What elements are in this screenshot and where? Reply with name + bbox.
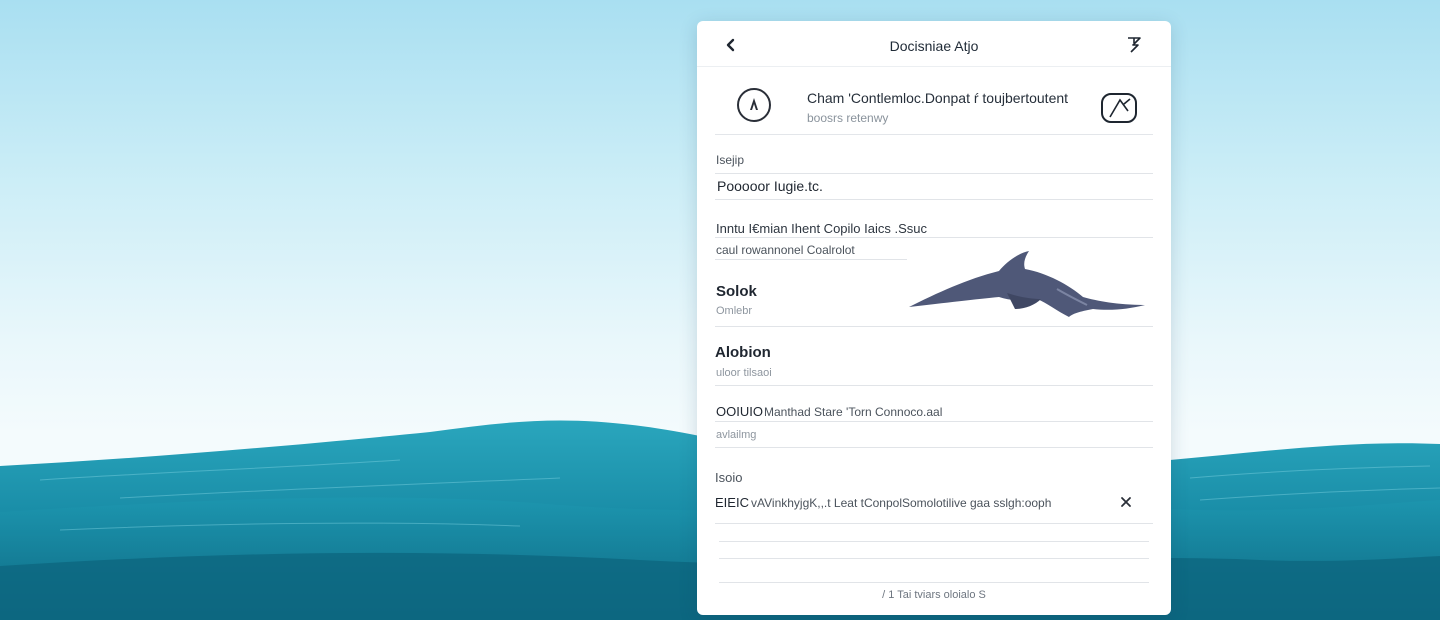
field-prefix-6: EIEIC: [715, 495, 749, 510]
field-value-4[interactable]: uloor tilsaoi: [716, 367, 772, 379]
field-value-3[interactable]: Omlebr: [716, 305, 752, 317]
divider: [715, 326, 1153, 327]
clear-button[interactable]: [1118, 494, 1134, 510]
detail-panel: Docisniae Atjo Cham 'Contlemloc.Donpat ŕ…: [697, 21, 1171, 615]
divider: [715, 385, 1153, 386]
search-input[interactable]: vAVinkhyjgK,,.t Leat tConpolSomolotilive…: [751, 496, 1051, 510]
divider: [715, 199, 1153, 200]
field-sub-5: avlailmg: [716, 429, 757, 441]
pagination-footer: / 1 Tai tviars oloialo S: [882, 589, 986, 601]
field-value-2[interactable]: caul rowannonel Coalrolot: [716, 243, 855, 257]
record-subtitle: boosrs retenwy: [807, 111, 889, 125]
field-value-5[interactable]: Manthad Stare 'Torn Connoco.aal: [764, 405, 942, 419]
share-button[interactable]: [1125, 35, 1143, 53]
record-header: Cham 'Contlemloc.Donpat ŕ toujbertoutent…: [715, 83, 1153, 135]
avatar[interactable]: [737, 88, 771, 122]
divider: [715, 447, 1153, 448]
share-icon: [1128, 37, 1141, 53]
field-label-6: Isoio: [715, 470, 743, 485]
panel-header: Docisniae Atjo: [697, 21, 1171, 67]
divider: [719, 582, 1149, 583]
divider: [715, 259, 907, 260]
page-title: Docisniae Atjo: [889, 38, 979, 54]
record-title: Cham 'Contlemloc.Donpat ŕ toujbertoutent: [807, 90, 1069, 106]
close-icon: [1121, 497, 1131, 507]
divider: [715, 421, 1153, 422]
media-button[interactable]: [1100, 91, 1138, 125]
field-label-2: Inntu I€mian Ihent Copilo Iaics .Ssuc: [716, 221, 928, 236]
image-frame-icon: [1101, 93, 1137, 123]
dolphin-illustration: [909, 251, 1145, 317]
field-value-1[interactable]: Pooooor Iugie.tc.: [717, 178, 823, 194]
field-label-3: Solok: [716, 283, 757, 300]
user-avatar-icon: [750, 98, 758, 110]
divider: [715, 173, 1153, 174]
field-label-5: OOIUIO: [716, 404, 763, 419]
divider: [719, 558, 1149, 559]
divider: [715, 523, 1153, 524]
divider: [715, 237, 1153, 238]
field-label-1: Isejip: [716, 153, 745, 167]
divider: [719, 541, 1149, 542]
field-label-4: Alobion: [715, 344, 771, 361]
